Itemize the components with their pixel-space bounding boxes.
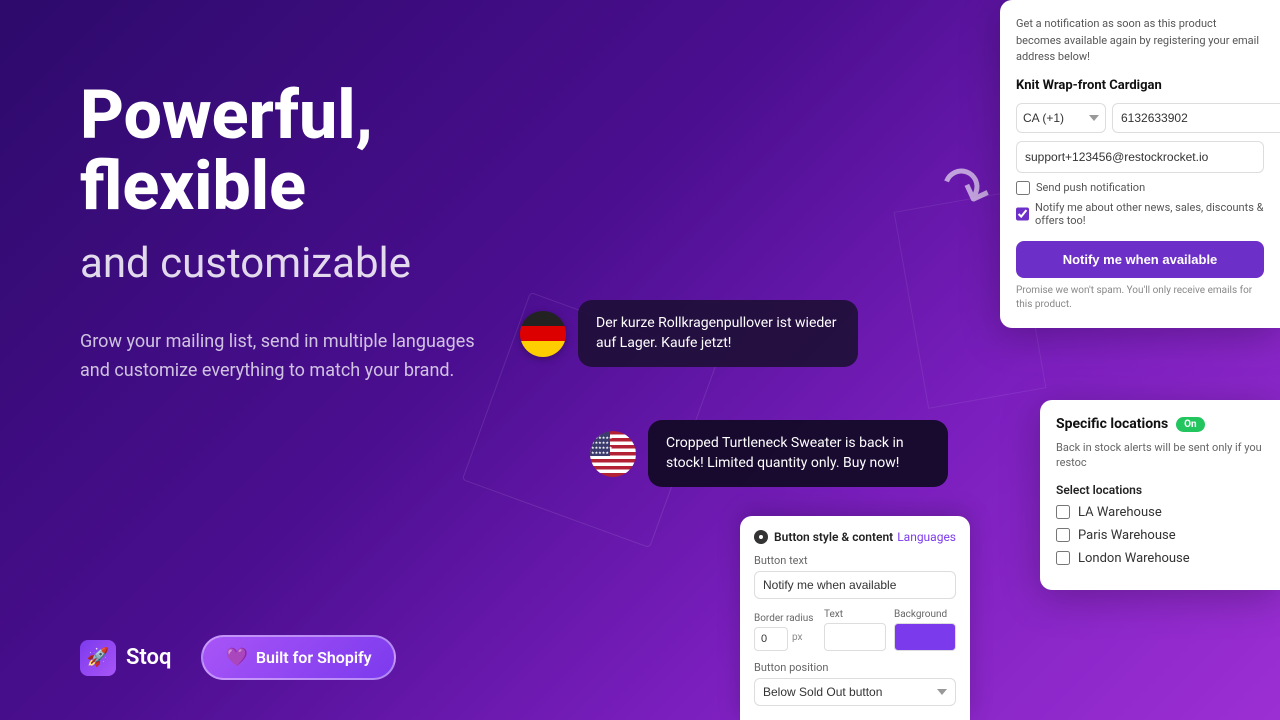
- card-title-row: Button style & content: [754, 530, 893, 544]
- hero-subtitle: and customizable: [80, 239, 510, 288]
- heart-icon: 💜: [225, 647, 247, 668]
- location-london-checkbox[interactable]: [1056, 551, 1070, 565]
- languages-link[interactable]: Languages: [897, 530, 956, 544]
- stoq-brand: 🚀 Stoq: [80, 640, 171, 676]
- background-color-field: Background: [894, 609, 956, 651]
- text-color-label: Text: [824, 609, 886, 620]
- border-radius-unit: px: [790, 627, 805, 651]
- flag-gold-stripe: [520, 341, 566, 356]
- locations-header: Specific locations On: [1056, 416, 1264, 432]
- flag-black-stripe: [520, 311, 566, 326]
- bg-color-label: Background: [894, 609, 956, 620]
- hero-description: Grow your mailing list, send in multiple…: [80, 328, 500, 386]
- german-notification-bubble: Der kurze Rollkragenpullover ist wieder …: [520, 300, 858, 367]
- brand-name-text: Stoq: [126, 645, 171, 670]
- shopify-badge[interactable]: 💜 Built for Shopify: [201, 635, 395, 680]
- svg-text:★★★★★: ★★★★★: [591, 450, 609, 455]
- locations-description: Back in stock alerts will be sent only i…: [1056, 440, 1264, 471]
- hero-section: Powerful, flexible and customizable Grow…: [0, 0, 560, 720]
- german-bubble-text: Der kurze Rollkragenpullover ist wieder …: [596, 315, 836, 351]
- german-flag: [520, 311, 566, 357]
- flag-red-stripe: [520, 326, 566, 341]
- push-notification-label: Send push notification: [1036, 181, 1145, 194]
- card-header: Button style & content Languages: [754, 530, 956, 544]
- button-style-card: Button style & content Languages Button …: [740, 516, 970, 720]
- button-text-label: Button text: [754, 554, 956, 567]
- location-item-la: LA Warehouse: [1056, 505, 1264, 520]
- spam-note: Promise we won't spam. You'll only recei…: [1016, 284, 1264, 312]
- text-color-swatch[interactable]: [824, 623, 886, 651]
- location-la-name: LA Warehouse: [1078, 505, 1162, 520]
- button-text-input[interactable]: [754, 571, 956, 599]
- border-radius-input[interactable]: [754, 627, 788, 651]
- bg-color-swatch[interactable]: [894, 623, 956, 651]
- english-bubble-text: Cropped Turtleneck Sweater is back in st…: [666, 435, 904, 471]
- card-title: Button style & content: [774, 530, 893, 544]
- locations-title: Specific locations: [1056, 416, 1168, 432]
- product-name: Knit Wrap-front Cardigan: [1016, 78, 1264, 93]
- button-position-label: Button position: [754, 661, 956, 674]
- notification-card: Get a notification as soon as this produ…: [1000, 0, 1280, 328]
- border-radius-field: Border radius px: [754, 613, 816, 651]
- news-notification-label: Notify me about other news, sales, disco…: [1035, 201, 1264, 227]
- news-notification-checkbox[interactable]: [1016, 207, 1029, 221]
- english-notification-bubble: ★★★★★★ ★★★★★ ★★★★★★ ★★★★★ Cropped Turtle…: [590, 420, 948, 487]
- notify-button[interactable]: Notify me when available: [1016, 241, 1264, 278]
- english-text-bubble: Cropped Turtleneck Sweater is back in st…: [648, 420, 948, 487]
- text-color-field: Text: [824, 609, 886, 651]
- button-position-select[interactable]: Below Sold Out button Above Sold Out but…: [754, 678, 956, 706]
- location-item-london: London Warehouse: [1056, 551, 1264, 566]
- locations-card: Specific locations On Back in stock aler…: [1040, 400, 1280, 590]
- shopify-label: Built for Shopify: [256, 648, 372, 667]
- news-notification-row: Notify me about other news, sales, disco…: [1016, 201, 1264, 227]
- push-notification-checkbox[interactable]: [1016, 181, 1030, 195]
- location-paris-name: Paris Warehouse: [1078, 528, 1176, 543]
- location-london-name: London Warehouse: [1078, 551, 1190, 566]
- border-radius-label: Border radius: [754, 613, 816, 624]
- phone-row: CA (+1) US (+1) UK (+44): [1016, 103, 1264, 133]
- phone-country-select[interactable]: CA (+1) US (+1) UK (+44): [1016, 103, 1106, 133]
- location-item-paris: Paris Warehouse: [1056, 528, 1264, 543]
- stoq-icon: 🚀: [80, 640, 116, 676]
- phone-number-input[interactable]: [1112, 103, 1280, 133]
- push-notification-row: Send push notification: [1016, 181, 1264, 195]
- notification-description: Get a notification as soon as this produ…: [1016, 16, 1264, 66]
- settings-icon: [754, 530, 768, 544]
- style-fields: Border radius px Text Background: [754, 609, 956, 651]
- select-locations-title: Select locations: [1056, 483, 1264, 497]
- email-input[interactable]: [1016, 141, 1264, 173]
- location-la-checkbox[interactable]: [1056, 505, 1070, 519]
- us-flag: ★★★★★★ ★★★★★ ★★★★★★ ★★★★★: [590, 431, 636, 477]
- location-paris-checkbox[interactable]: [1056, 528, 1070, 542]
- german-text-bubble: Der kurze Rollkragenpullover ist wieder …: [578, 300, 858, 367]
- hero-title: Powerful, flexible: [80, 80, 510, 223]
- on-badge: On: [1176, 417, 1205, 432]
